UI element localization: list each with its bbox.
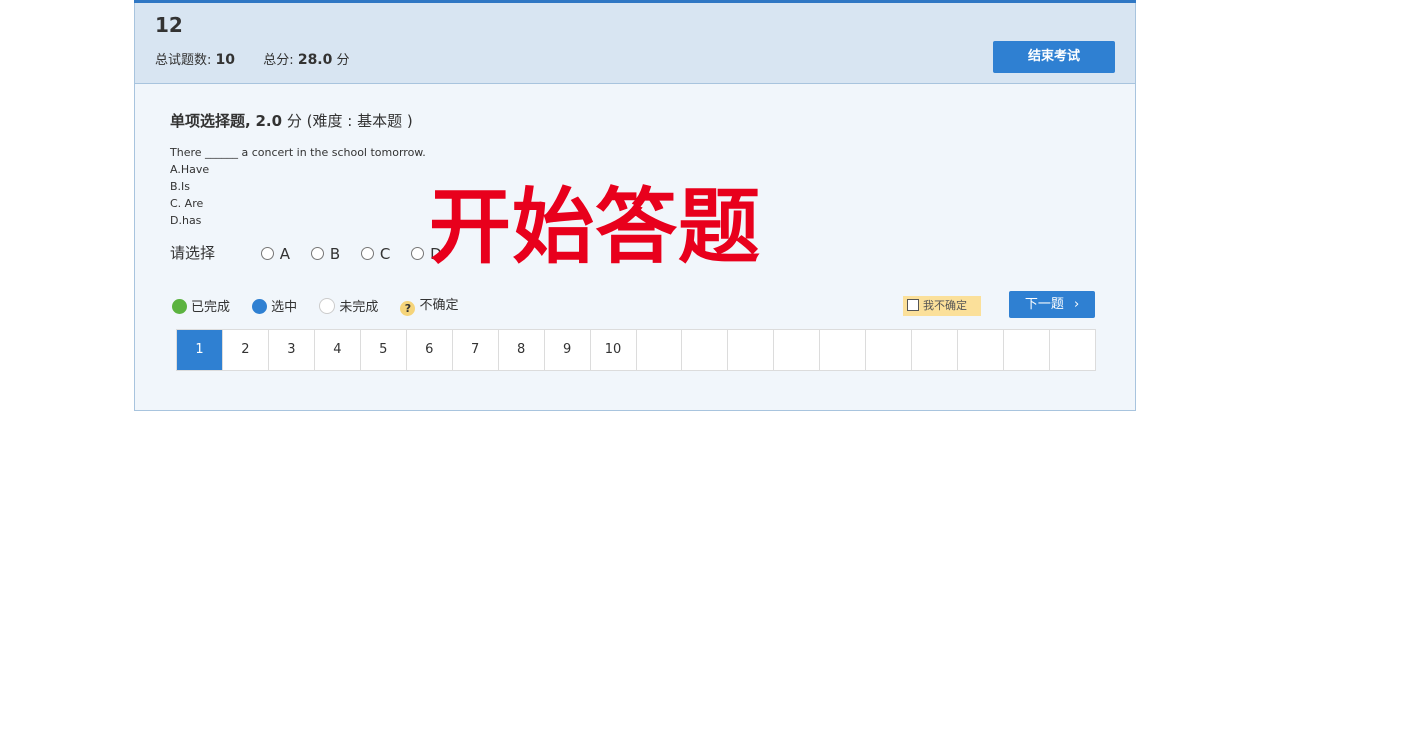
done-dot-icon <box>172 298 187 314</box>
question-nav-cell[interactable]: 4 <box>314 330 361 370</box>
option-line-d: D.has <box>170 214 202 227</box>
start-answering-overlay: 开始答题 <box>429 180 762 275</box>
question-nav-cell <box>958 330 1005 370</box>
legend-unsure: ? 不确定 <box>400 294 458 316</box>
legend-undone: 未完成 <box>319 296 378 315</box>
selected-dot-icon <box>252 298 268 314</box>
question-nav-cell[interactable]: 9 <box>544 330 591 370</box>
question-nav-cell <box>774 330 821 370</box>
question-nav-cell[interactable]: 2 <box>222 330 269 370</box>
question-nav-cell <box>912 330 959 370</box>
question-type: 单项选择题, <box>170 112 251 130</box>
next-question-button[interactable]: 下一题 › <box>1009 291 1095 318</box>
answer-choices: 请选择 A B C D <box>170 242 458 263</box>
question-nav-cell <box>1004 330 1051 370</box>
unsure-checkbox[interactable]: 我不确定 <box>903 296 981 316</box>
question-nav-cell <box>1050 330 1096 370</box>
question-nav-cell[interactable]: 5 <box>360 330 407 370</box>
question-body: There ______ a concert in the school tom… <box>170 144 426 229</box>
question-points-unit: 分 <box>286 112 302 130</box>
question-nav-cell[interactable]: 6 <box>406 330 453 370</box>
question-nav-cell[interactable]: 3 <box>268 330 315 370</box>
total-score-unit: 分 <box>336 53 350 68</box>
status-legend: 已完成 选中 未完成 ? 不确定 <box>172 294 476 316</box>
question-nav-cell[interactable]: 10 <box>590 330 637 370</box>
choice-a[interactable]: A <box>260 245 290 263</box>
option-line-a: A.Have <box>170 163 210 176</box>
question-difficulty: (难度 : 基本题 ) <box>306 112 413 130</box>
question-stem: There ______ a concert in the school tom… <box>170 146 426 159</box>
unsure-checkbox-label: 我不确定 <box>923 299 967 312</box>
option-line-b: B.Is <box>170 180 191 193</box>
radio-icon[interactable] <box>260 246 274 260</box>
radio-icon[interactable] <box>310 246 324 260</box>
exam-title: 12 <box>155 13 183 37</box>
question-nav-cell <box>636 330 683 370</box>
total-questions-label: 总试题数: <box>155 53 212 68</box>
legend-done: 已完成 <box>172 296 230 315</box>
choose-label: 请选择 <box>170 244 216 262</box>
legend-selected: 选中 <box>252 296 297 315</box>
question-nav-cell <box>820 330 867 370</box>
question-nav-cell[interactable]: 1 <box>177 330 223 370</box>
question-mark-icon: ? <box>400 301 416 316</box>
total-score-label: 总分: <box>263 53 294 68</box>
question-navigator: 1 2 3 4 5 6 7 8 9 10 <box>176 329 1096 371</box>
exam-header: 12 总试题数: 10 总分: 28.0 分 结束考试 <box>135 3 1135 84</box>
radio-icon[interactable] <box>360 246 374 260</box>
question-nav-cell[interactable]: 8 <box>498 330 545 370</box>
total-score-value: 28.0 <box>297 52 333 68</box>
question-nav-cell <box>682 330 729 370</box>
chevron-right-icon: › <box>1073 297 1080 312</box>
choice-b[interactable]: B <box>310 245 340 263</box>
option-line-c: C. Are <box>170 197 204 210</box>
end-exam-button[interactable]: 结束考试 <box>993 41 1115 73</box>
radio-icon[interactable] <box>411 246 425 260</box>
choice-c[interactable]: C <box>360 245 390 263</box>
question-heading: 单项选择题, 2.0 分 (难度 : 基本题 ) <box>170 110 413 131</box>
question-nav-cell <box>728 330 775 370</box>
question-nav-cell[interactable]: 7 <box>452 330 499 370</box>
checkbox-icon[interactable] <box>907 299 919 311</box>
undone-dot-icon <box>319 297 336 314</box>
exam-panel: 12 总试题数: 10 总分: 28.0 分 结束考试 单项选择题, 2.0 分… <box>134 0 1136 411</box>
question-points: 2.0 <box>255 112 283 130</box>
total-questions-value: 10 <box>215 52 236 68</box>
question-nav-cell <box>866 330 913 370</box>
exam-stats: 总试题数: 10 总分: 28.0 分 <box>155 49 350 68</box>
